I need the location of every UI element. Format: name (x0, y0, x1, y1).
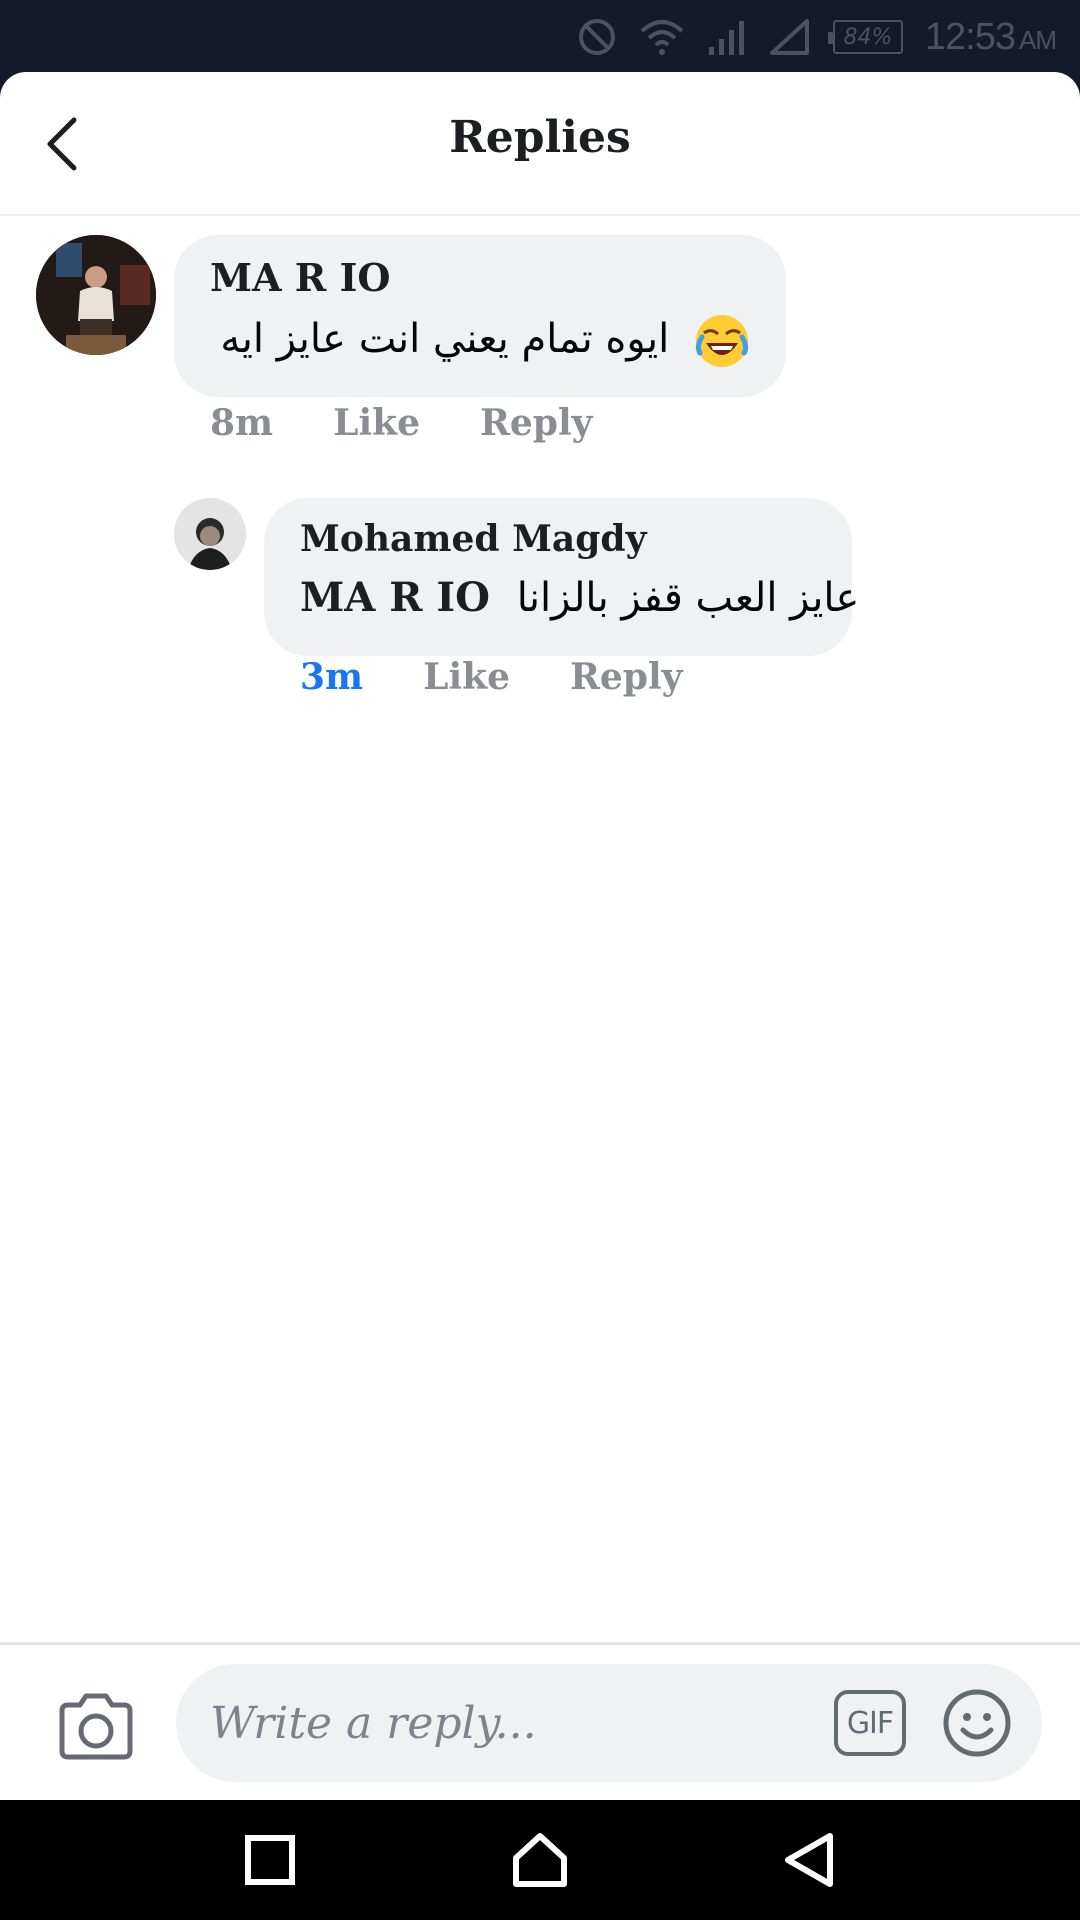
like-button[interactable]: Like (423, 656, 510, 698)
navigation-bar (0, 1800, 1080, 1920)
avatar[interactable] (174, 498, 246, 570)
comment-bubble: MA R IO ايوه تمام يعني انت عايز ايه (174, 235, 786, 397)
comment-time: 3m (300, 656, 364, 698)
home-icon (513, 1833, 567, 1887)
do-not-disturb-icon (577, 17, 617, 57)
wifi-icon (639, 17, 685, 57)
square-icon (245, 1835, 295, 1885)
comment-body: ايوه تمام يعني انت عايز ايه (220, 316, 670, 362)
status-clock: 12:53 AM (924, 15, 1057, 59)
reply-button[interactable]: Reply (570, 656, 683, 698)
recents-button[interactable] (240, 1830, 300, 1890)
cell-signal-icon (769, 17, 811, 57)
profile-photo (174, 498, 246, 570)
clock-time: 12:53 (924, 15, 1016, 58)
comment-text: ايوه تمام يعني انت عايز ايه (220, 313, 750, 369)
page-title: Replies (449, 112, 631, 163)
gif-button[interactable]: GIF (834, 1690, 906, 1756)
battery-indicator: 84% (827, 20, 903, 54)
camera-button[interactable] (56, 1687, 136, 1767)
emoji-button[interactable] (942, 1688, 1012, 1758)
status-bar: 84% 12:53 AM (0, 0, 1080, 72)
replies-sheet: Replies MA R IO ايوه تمام يعني انت عايز … (0, 72, 1080, 1800)
reply-field: GIF (176, 1664, 1042, 1782)
clock-ampm: AM (1019, 24, 1057, 55)
comment-body: عايز العب قفز بالزانا (516, 575, 860, 621)
comment-time: 8m (210, 402, 274, 444)
header: Replies (0, 72, 1080, 216)
signal-bars-icon (707, 17, 747, 57)
back-nav-button[interactable] (780, 1830, 840, 1890)
status-icons: 84% 12:53 AM (577, 12, 1057, 62)
reply-button[interactable]: Reply (480, 402, 593, 444)
mention-tag[interactable]: MA R IO (300, 574, 490, 621)
composer-divider (0, 1642, 1080, 1645)
home-button[interactable] (510, 1830, 570, 1890)
comment-text: MA R IO عايز العب قفز بالزانا (300, 574, 859, 621)
comment-bubble: Mohamed Magdy MA R IO عايز العب قفز بالز… (264, 498, 859, 656)
triangle-back-icon (785, 1833, 833, 1887)
profile-photo (36, 235, 156, 355)
camera-icon (59, 1693, 133, 1760)
like-button[interactable]: Like (333, 402, 420, 444)
comment-author[interactable]: MA R IO (210, 255, 390, 300)
comment-actions: 3m Like Reply (300, 656, 683, 698)
avatar[interactable] (36, 235, 156, 355)
comment-actions: 8m Like Reply (210, 402, 593, 444)
reply-input[interactable] (210, 1692, 810, 1754)
comment-author[interactable]: Mohamed Magdy (300, 518, 647, 560)
laughing-emoji-icon (694, 313, 750, 369)
smiley-icon (943, 1689, 1011, 1757)
